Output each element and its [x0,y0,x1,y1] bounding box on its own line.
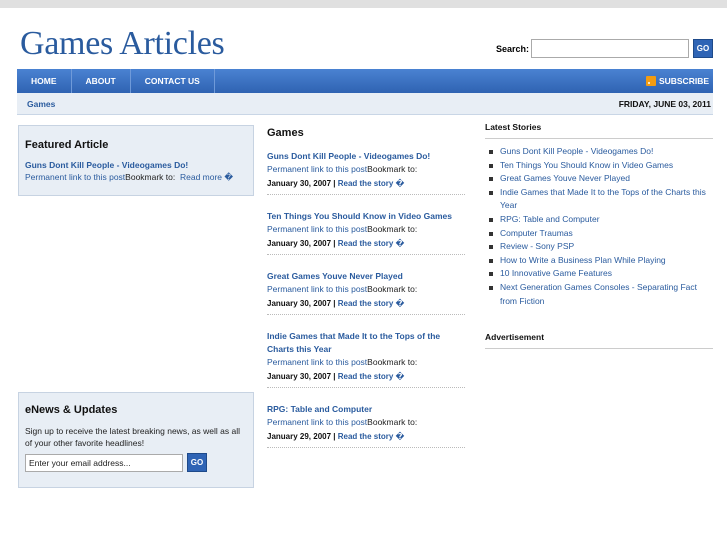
latest-stories-heading: Latest Stories [485,122,713,139]
post-separator: | [331,179,338,188]
post-bookmark: Bookmark to: [367,357,418,367]
post-date-line: January 30, 2007 | Read the story � [267,372,465,381]
post-title-link[interactable]: Indie Games that Made It to the Tops of … [267,330,465,356]
post-date-line: January 29, 2007 | Read the story � [267,432,465,441]
post-meta: Permanent link to this postBookmark to: [267,283,465,296]
rss-icon [645,76,656,86]
post-meta: Permanent link to this postBookmark to: [267,416,465,429]
top-strip [0,0,727,8]
search-go-button[interactable]: GO [693,39,713,58]
post-bookmark: Bookmark to: [367,224,418,234]
email-input[interactable]: Enter your email address... [25,453,183,472]
enews-form: Enter your email address... GO [25,453,247,472]
read-story-link[interactable]: Read the story � [338,179,405,188]
story-link[interactable]: Great Games Youve Never Played [485,172,713,186]
post-item: Indie Games that Made It to the Tops of … [267,330,465,388]
breadcrumb-bar: Games FRIDAY, JUNE 03, 2011 [17,93,713,115]
search-input[interactable] [531,39,689,58]
story-link[interactable]: Guns Dont Kill People - Videogames Do! [485,145,713,159]
post-permalink[interactable]: Permanent link to this post [267,417,367,427]
post-bookmark: Bookmark to: [367,284,418,294]
nav-about[interactable]: ABOUT [72,69,131,93]
post-date-line: January 30, 2007 | Read the story � [267,239,465,248]
post-item: Great Games Youve Never Played Permanent… [267,270,465,315]
post-permalink[interactable]: Permanent link to this post [267,164,367,174]
section-heading: Games [267,127,304,139]
post-permalink[interactable]: Permanent link to this post [267,224,367,234]
main-nav: HOME ABOUT CONTACT US SUBSCRIBE [17,69,713,93]
post-separator: | [331,299,338,308]
post-date: January 30, 2007 [267,372,332,381]
story-link[interactable]: Computer Traumas [485,227,713,241]
post-list: Games Guns Dont Kill People - Videogames… [267,127,465,463]
post-permalink[interactable]: Permanent link to this post [267,284,367,294]
post-title-link[interactable]: Guns Dont Kill People - Videogames Do! [267,150,465,163]
story-link[interactable]: RPG: Table and Computer [485,213,713,227]
advertisement-heading: Advertisement [485,332,713,350]
post-date-line: January 30, 2007 | Read the story � [267,179,465,188]
nav-contact[interactable]: CONTACT US [131,69,215,93]
page: Games Articles Search: GO HOME ABOUT CON… [17,8,713,488]
post-separator: | [331,372,338,381]
post-permalink[interactable]: Permanent link to this post [267,357,367,367]
story-link[interactable]: Review - Sony PSP [485,240,713,254]
post-title-link[interactable]: Ten Things You Should Know in Video Game… [267,210,465,223]
post-meta: Permanent link to this postBookmark to: [267,356,465,369]
current-date: FRIDAY, JUNE 03, 2011 [618,99,711,109]
read-story-link[interactable]: Read the story � [338,239,405,248]
read-story-link[interactable]: Read the story � [338,372,405,381]
post-date-line: January 30, 2007 | Read the story � [267,299,465,308]
story-link[interactable]: How to Write a Business Plan While Playi… [485,254,713,268]
post-item: RPG: Table and Computer Permanent link t… [267,403,465,448]
latest-stories-list: Guns Dont Kill People - Videogames Do! T… [485,145,713,308]
read-story-link[interactable]: Read the story � [338,299,405,308]
featured-article-box: Featured Article Guns Dont Kill People -… [18,125,254,196]
enews-box: eNews & Updates Sign up to receive the l… [18,392,254,488]
post-separator: | [331,239,338,248]
nav-home[interactable]: HOME [17,69,72,93]
post-item: Guns Dont Kill People - Videogames Do! P… [267,150,465,195]
featured-meta: Permanent link to this postBookmark to: … [25,172,247,183]
featured-permalink[interactable]: Permanent link to this post [25,172,125,182]
post-meta: Permanent link to this postBookmark to: [267,223,465,236]
post-bookmark: Bookmark to: [367,164,418,174]
enews-text: Sign up to receive the latest breaking n… [25,426,240,448]
enews-go-button[interactable]: GO [187,453,207,472]
post-date: January 29, 2007 [267,432,332,441]
right-sidebar: Latest Stories Guns Dont Kill People - V… [485,122,713,350]
breadcrumb-games[interactable]: Games [27,99,55,109]
post-bookmark: Bookmark to: [367,417,418,427]
enews-heading: eNews & Updates [25,404,118,416]
post-item: Ten Things You Should Know in Video Game… [267,210,465,255]
story-link[interactable]: 10 Innovative Game Features [485,267,713,281]
story-link[interactable]: Ten Things You Should Know in Video Game… [485,159,713,173]
featured-heading: Featured Article [25,139,109,151]
story-link[interactable]: Next Generation Games Consoles - Separat… [485,281,713,308]
featured-read-more[interactable]: Read more � [180,172,233,182]
post-date: January 30, 2007 [267,239,332,248]
search-form: Search: GO [496,39,713,58]
subscribe-label: SUBSCRIBE [658,76,709,86]
featured-bookmark: Bookmark to: [125,172,176,182]
header: Games Articles Search: GO [17,8,713,69]
post-title-link[interactable]: Great Games Youve Never Played [267,270,465,283]
read-story-link[interactable]: Read the story � [338,432,405,441]
story-link[interactable]: Indie Games that Made It to the Tops of … [485,186,713,213]
subscribe-link[interactable]: SUBSCRIBE [645,69,709,93]
post-separator: | [331,432,338,441]
featured-title-link[interactable]: Guns Dont Kill People - Videogames Do! [25,160,247,170]
search-label: Search: [495,43,529,54]
post-date: January 30, 2007 [267,299,332,308]
post-meta: Permanent link to this postBookmark to: [267,163,465,176]
post-title-link[interactable]: RPG: Table and Computer [267,403,465,416]
site-title[interactable]: Games Articles [20,25,225,63]
post-date: January 30, 2007 [267,179,332,188]
